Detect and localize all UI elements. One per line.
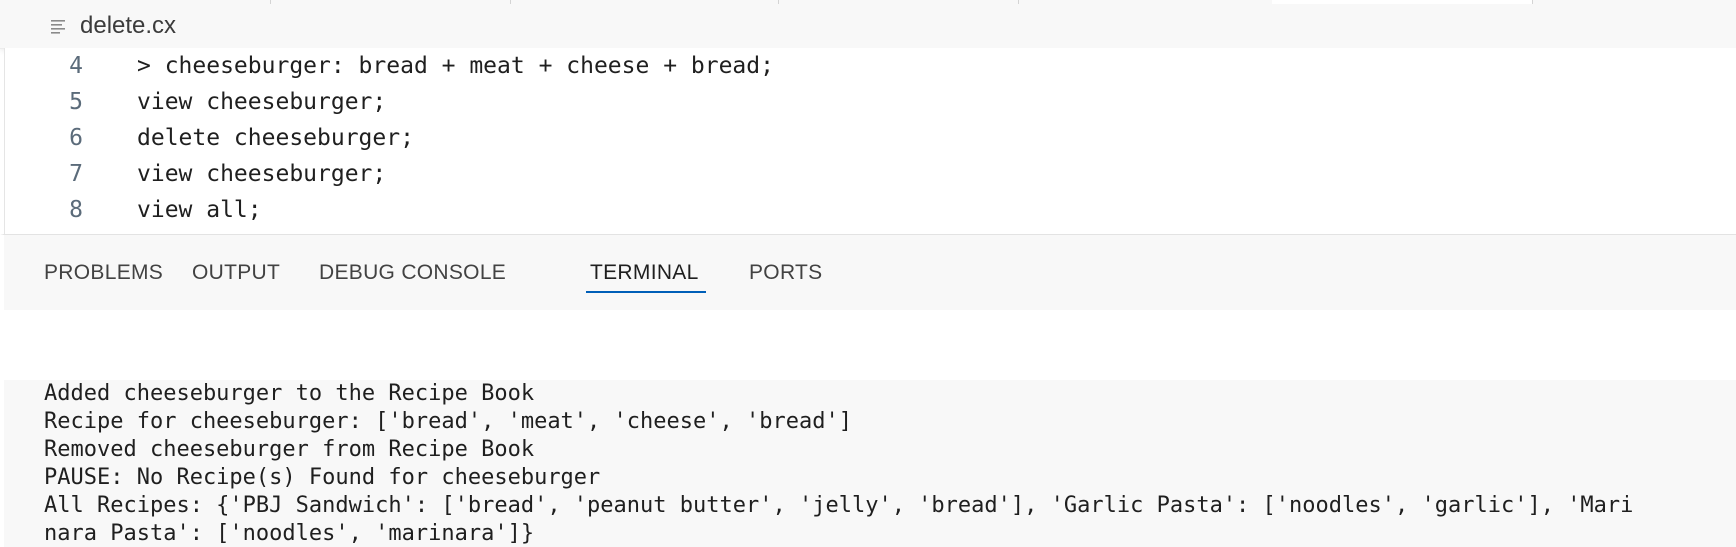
- code-editor[interactable]: 4 > cheeseburger: bread + meat + cheese …: [4, 48, 1736, 234]
- terminal-line: PAUSE: No Recipe(s) Found for cheeseburg…: [44, 465, 601, 490]
- editor-tab-strip: delete.cx: [0, 0, 1736, 49]
- active-tab-underline: [586, 291, 706, 293]
- tab-file-name: delete.cx: [80, 12, 177, 39]
- line-text: > cheeseburger: bread + meat + cheese + …: [137, 53, 774, 79]
- terminal-line: All Recipes: {'PBJ Sandwich': ['bread', …: [44, 493, 1634, 518]
- tab-debug-console[interactable]: DEBUG CONSOLE: [319, 261, 506, 285]
- tab-ports[interactable]: PORTS: [749, 261, 822, 285]
- line-number: 8: [69, 197, 83, 223]
- panel-tab-bar: PROBLEMS OUTPUT DEBUG CONSOLE TERMINAL P…: [0, 234, 1736, 310]
- line-text: view cheeseburger;: [137, 161, 387, 187]
- tab-output[interactable]: OUTPUT: [192, 261, 280, 285]
- panel-spacer: [0, 310, 1736, 380]
- terminal-line: Removed cheeseburger from Recipe Book: [44, 437, 535, 462]
- line-number: 4: [69, 53, 83, 79]
- terminal-output[interactable]: '] Added cheeseburger to the Recipe Book…: [4, 380, 1736, 547]
- code-line: 6 delete cheeseburger;: [5, 120, 414, 156]
- line-text: delete cheeseburger;: [137, 125, 414, 151]
- tab-terminal[interactable]: TERMINAL: [590, 261, 699, 285]
- active-tab-highlight: [1272, 0, 1532, 4]
- line-text: view cheeseburger;: [137, 89, 387, 115]
- editor-tab-delete-cx[interactable]: delete.cx: [50, 6, 176, 46]
- line-number: 7: [69, 161, 83, 187]
- lines-icon: [50, 18, 68, 34]
- code-line: 7 view cheeseburger;: [5, 156, 386, 192]
- tab-problems[interactable]: PROBLEMS: [44, 261, 163, 285]
- vscode-window: delete.cx 4 > cheeseburger: bread + meat…: [0, 0, 1736, 547]
- terminal-line: Recipe for cheeseburger: ['bread', 'meat…: [44, 409, 852, 434]
- line-number: 6: [69, 125, 83, 151]
- terminal-line: Added cheeseburger to the Recipe Book: [44, 381, 535, 406]
- code-line: 5 view cheeseburger;: [5, 84, 386, 120]
- terminal-line: nara Pasta': ['noodles', 'marinara']}: [44, 521, 535, 546]
- line-text: view all;: [137, 197, 262, 223]
- code-line: 4 > cheeseburger: bread + meat + cheese …: [5, 48, 774, 84]
- code-line: 8 view all;: [5, 192, 261, 228]
- line-number: 5: [69, 89, 83, 115]
